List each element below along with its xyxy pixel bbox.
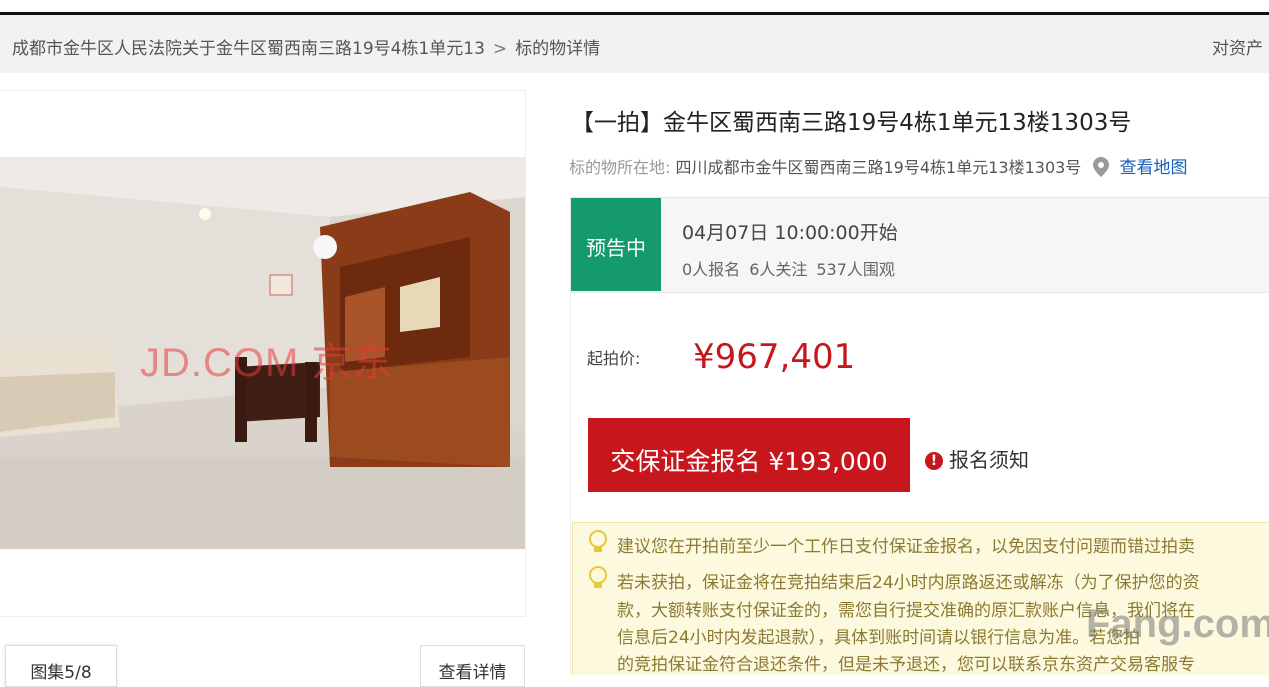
location-label: 标的物所在地:	[569, 158, 671, 177]
view-map-link[interactable]: 查看地图	[1120, 158, 1188, 178]
location-value: 四川成都市金牛区蜀西南三路19号4栋1单元13楼1303号	[675, 158, 1082, 177]
lightbulb-icon	[589, 566, 607, 588]
item-title: 【一拍】金牛区蜀西南三路19号4栋1单元13楼1303号	[571, 110, 1132, 136]
registration-notice-label: 报名须知	[949, 448, 1029, 472]
location-row: 标的物所在地: 四川成都市金牛区蜀西南三路19号4栋1单元13楼1303号 查看…	[569, 153, 1188, 178]
deposit-register-label: 交保证金报名 ¥193,000	[610, 447, 888, 476]
tip-line: 若未获拍，保证金将在竞拍结束后24小时内原路返还或解冻（为了保护您的资	[617, 573, 1200, 593]
svg-text:Fang.com: Fang.com	[1086, 602, 1269, 646]
fang-logo-watermark: Fang.com	[1086, 602, 1269, 646]
tip-line: 建议您在开拍前至少一个工作日支付保证金报名，以免因支付问题而错过拍卖	[617, 537, 1195, 557]
breadcrumb-current: 标的物详情	[515, 39, 601, 59]
lightbulb-icon	[589, 530, 607, 552]
location-pin-icon	[1092, 156, 1110, 178]
breadcrumb: 成都市金牛区人民法院关于金牛区蜀西南三路19号4栋1单元13 > 标的物详情	[12, 34, 600, 59]
viewers-count: 537人围观	[816, 260, 895, 279]
start-price: ¥967,401	[693, 337, 856, 377]
breadcrumb-separator: >	[492, 39, 508, 59]
breadcrumb-parent-link[interactable]: 成都市金牛区人民法院关于金牛区蜀西南三路19号4栋1单元13	[12, 39, 485, 59]
start-price-label: 起拍价:	[587, 349, 641, 368]
auction-stats: 0人报名 6人关注 537人围观	[682, 256, 904, 280]
status-badge-label: 预告中	[586, 236, 646, 260]
auction-status-box	[570, 197, 1269, 293]
start-time: 04月07日 10:00:00开始	[682, 222, 898, 244]
gallery-counter-label: 图集5/8	[30, 663, 92, 683]
exclamation-icon: !	[925, 452, 943, 470]
registrations-count: 0人报名	[682, 260, 741, 279]
view-details-label: 查看详情	[438, 663, 507, 683]
status-badge: 预告中	[571, 198, 661, 291]
tip-line: 的竞拍保证金符合退还条件，但是未予退还，您可以联系京东资产交易客服专	[617, 655, 1195, 675]
view-details-button[interactable]: 查看详情	[420, 645, 525, 687]
deposit-register-button[interactable]: 交保证金报名 ¥193,000	[588, 418, 910, 492]
tip-line: 信息后24小时内发起退款），具体到账时间请以银行信息为准。若您拍	[617, 628, 1141, 648]
top-right-link[interactable]: 对资产	[1212, 34, 1263, 59]
gallery-counter[interactable]: 图集5/8	[5, 645, 117, 687]
followers-count: 6人关注	[749, 260, 808, 279]
watermark: JD.COM 京东	[140, 341, 394, 385]
registration-notice-link[interactable]: ! 报名须知	[925, 444, 1029, 473]
